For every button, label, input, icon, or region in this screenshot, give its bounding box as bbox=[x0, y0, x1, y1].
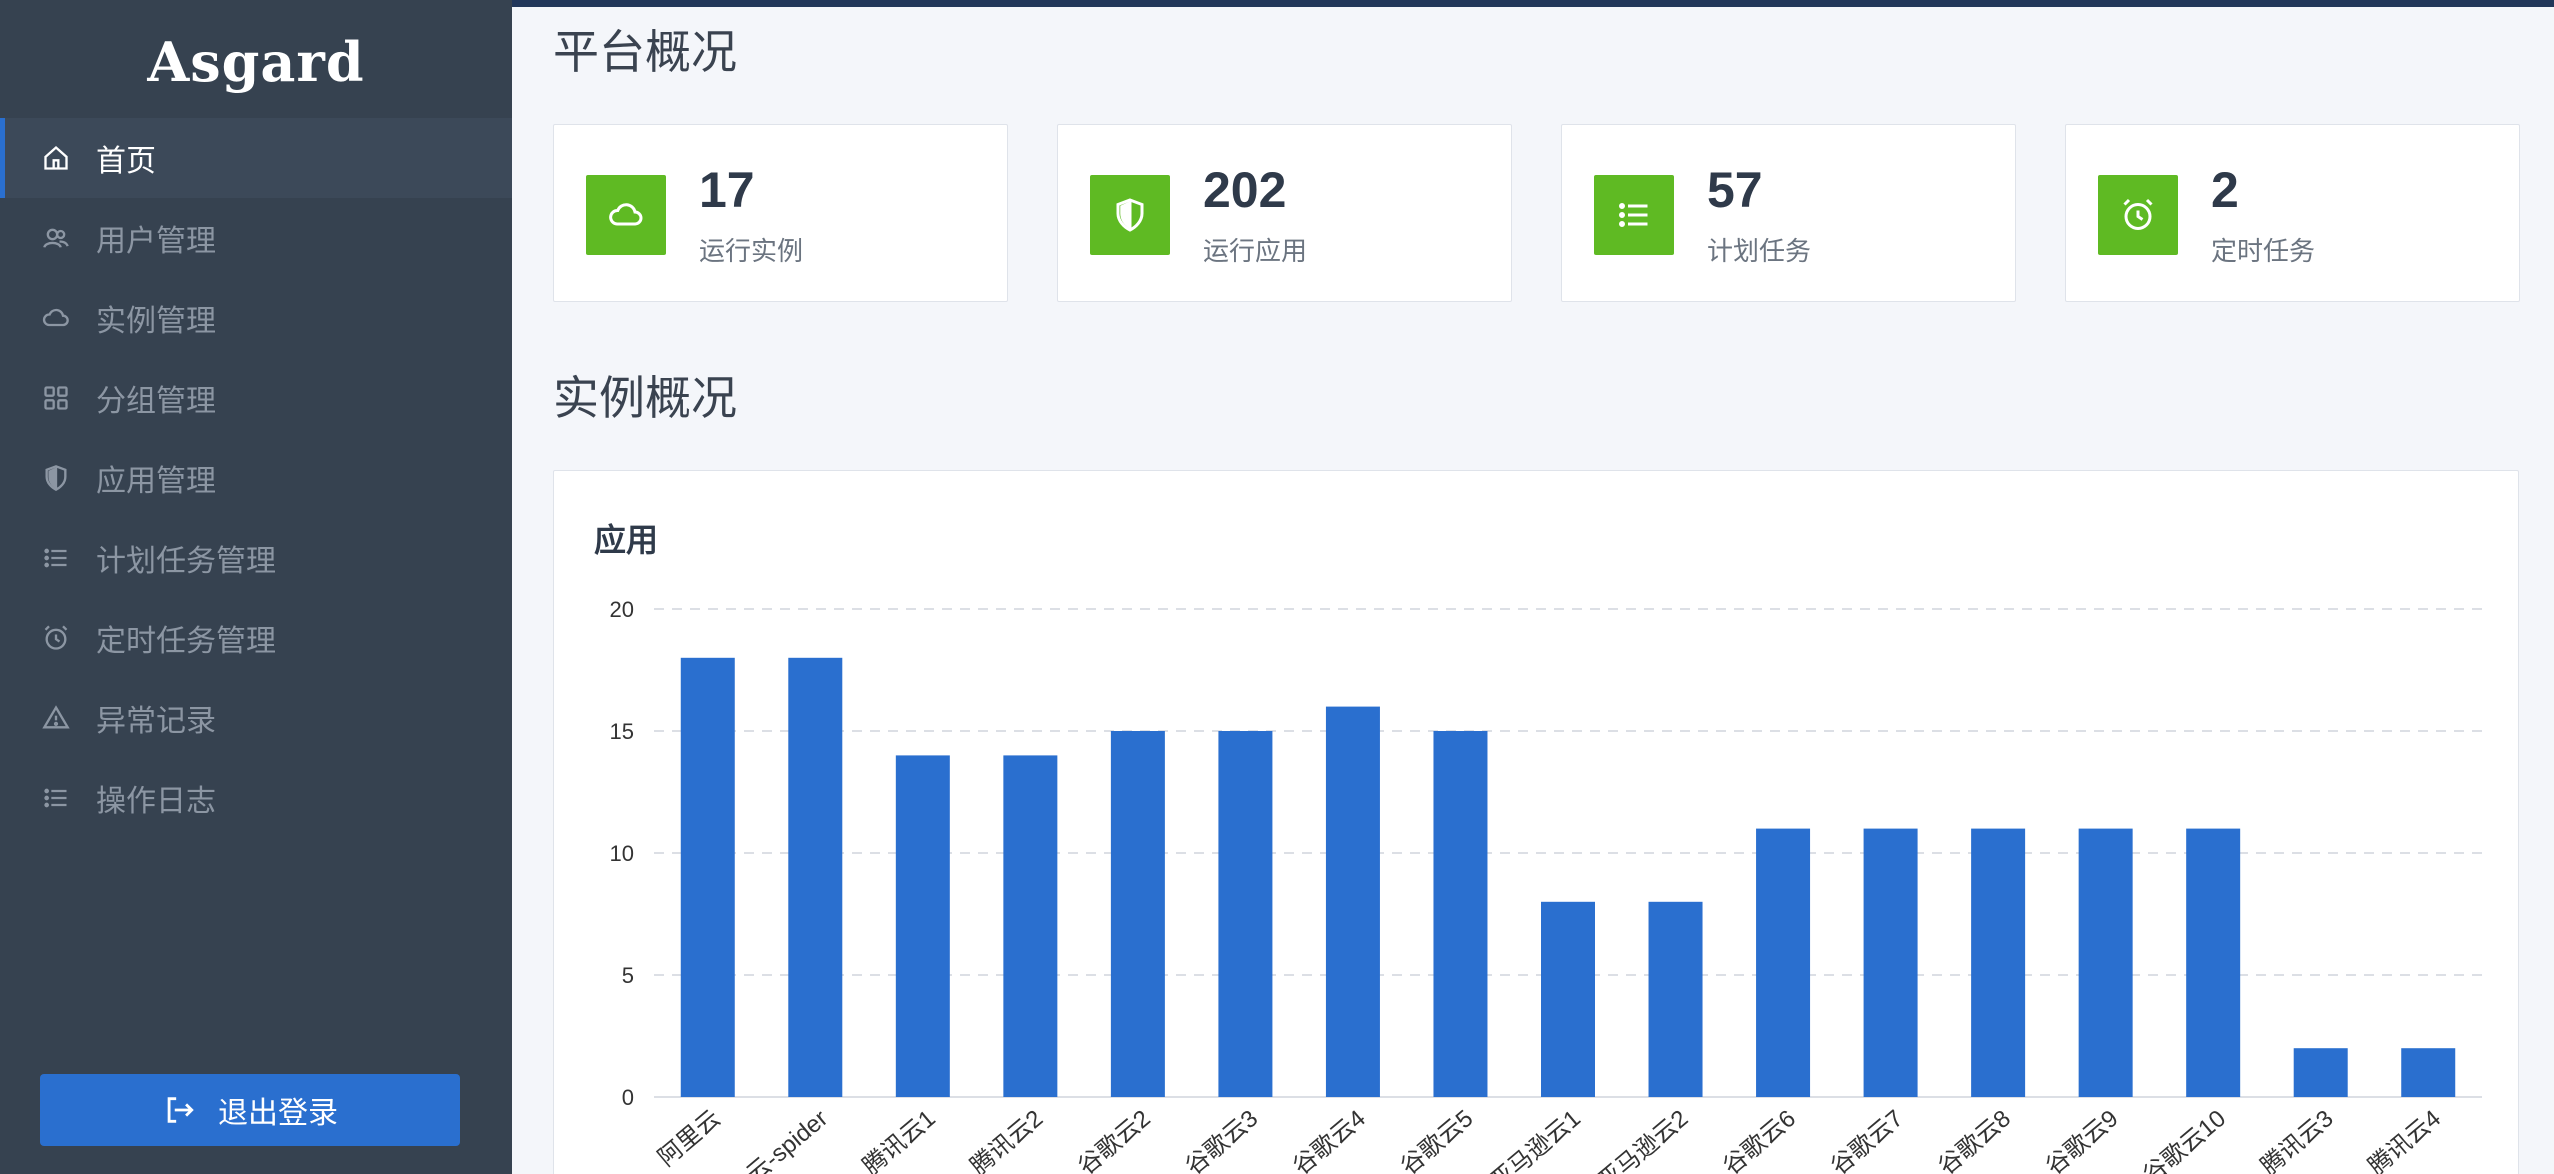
y-tick-label: 10 bbox=[610, 841, 634, 866]
sidebar-item-label: 实例管理 bbox=[96, 305, 216, 338]
sidebar-item-label: 首页 bbox=[96, 145, 156, 178]
sidebar-item-exceptions[interactable]: 异常记录 bbox=[0, 678, 512, 758]
x-tick-label: 腾讯云4 bbox=[2363, 1105, 2446, 1174]
x-tick-label: 谷歌云3 bbox=[1181, 1105, 1264, 1174]
bar[interactable] bbox=[1003, 755, 1058, 1097]
y-tick-label: 0 bbox=[622, 1085, 634, 1110]
stat-label: 计划任务 bbox=[1707, 236, 1812, 266]
bar[interactable] bbox=[1218, 731, 1273, 1097]
x-tick-label: 腾讯云3 bbox=[2256, 1105, 2339, 1174]
bar[interactable] bbox=[1110, 731, 1165, 1097]
sidebar-menu: 首页 用户管理 实例管理 分组管理 应用管理 计划任务管理 定时任务管理 异常记… bbox=[0, 118, 512, 838]
x-tick-label: 亚马逊云2 bbox=[1592, 1105, 1693, 1174]
x-tick-label: 谷歌云4 bbox=[1288, 1105, 1371, 1174]
sidebar-item-label: 计划任务管理 bbox=[96, 545, 276, 578]
sidebar-item-groups[interactable]: 分组管理 bbox=[0, 358, 512, 438]
sidebar-item-timed-tasks[interactable]: 定时任务管理 bbox=[0, 598, 512, 678]
x-tick-label: 谷歌云2 bbox=[1073, 1105, 1156, 1174]
sidebar-item-label: 分组管理 bbox=[96, 385, 216, 418]
stat-card-scheduled-tasks: 57 计划任务 bbox=[1561, 124, 2016, 302]
sidebar-item-applications[interactable]: 应用管理 bbox=[0, 438, 512, 518]
bar[interactable] bbox=[788, 657, 843, 1097]
x-tick-label: 腾讯云2 bbox=[965, 1105, 1048, 1174]
shield-icon bbox=[1090, 175, 1170, 255]
home-icon bbox=[40, 142, 72, 174]
bar[interactable] bbox=[1971, 828, 2026, 1097]
stat-label: 定时任务 bbox=[2211, 236, 2316, 266]
cloud-icon bbox=[40, 302, 72, 334]
stat-value: 17 bbox=[699, 162, 755, 218]
x-tick-label: 谷歌云5 bbox=[1396, 1105, 1479, 1174]
stat-card-applications: 202 运行应用 bbox=[1057, 124, 1512, 302]
sidebar-item-home[interactable]: 首页 bbox=[0, 118, 512, 198]
x-tick-label: 谷歌云6 bbox=[1718, 1105, 1801, 1174]
bar[interactable] bbox=[895, 755, 950, 1097]
bar[interactable] bbox=[1541, 901, 1595, 1097]
x-tick-label: 腾讯云1 bbox=[858, 1105, 941, 1174]
x-tick-label: 亚马逊云1 bbox=[1485, 1105, 1586, 1174]
sidebar-item-scheduled-tasks[interactable]: 计划任务管理 bbox=[0, 518, 512, 598]
cloud-icon bbox=[586, 175, 666, 255]
app-logo: Asgard bbox=[147, 30, 365, 94]
sidebar: Asgard 首页 用户管理 实例管理 分组管理 应用管理 计划任务管理 定时任… bbox=[0, 0, 512, 1174]
x-tick-label: 谷歌云10 bbox=[2138, 1105, 2231, 1174]
shield-icon bbox=[40, 462, 72, 494]
stat-card-timed-tasks: 2 定时任务 bbox=[2065, 124, 2520, 302]
bar[interactable] bbox=[2293, 1048, 2348, 1097]
sidebar-item-users[interactable]: 用户管理 bbox=[0, 198, 512, 278]
users-icon bbox=[40, 222, 72, 254]
sidebar-item-label: 定时任务管理 bbox=[96, 625, 276, 658]
sidebar-item-label: 操作日志 bbox=[96, 785, 216, 818]
stat-value: 2 bbox=[2211, 162, 2239, 218]
x-tick-label: 谷歌云7 bbox=[1826, 1105, 1909, 1174]
alarm-clock-icon bbox=[40, 622, 72, 654]
x-tick-label: 谷歌云9 bbox=[2041, 1105, 2124, 1174]
sidebar-item-operation-log[interactable]: 操作日志 bbox=[0, 758, 512, 838]
alarm-clock-icon bbox=[2098, 175, 2178, 255]
bar[interactable] bbox=[680, 657, 735, 1097]
x-tick-label: 谷歌云8 bbox=[1933, 1105, 2016, 1174]
stat-value: 57 bbox=[1707, 162, 1763, 218]
bar[interactable] bbox=[1433, 731, 1488, 1097]
bar[interactable] bbox=[2078, 828, 2133, 1097]
list-icon bbox=[1594, 175, 1674, 255]
bar[interactable] bbox=[2186, 828, 2241, 1097]
x-tick-label: 云-spider bbox=[741, 1105, 833, 1174]
instances-title: 实例概况 bbox=[553, 372, 737, 424]
sidebar-item-label: 应用管理 bbox=[96, 465, 216, 498]
applications-chart-card: 应用 0 5 10 15 20 阿里云 云-spider 腾讯云1 腾讯云2 谷歌云2 谷歌云3 谷歌… bbox=[553, 470, 2519, 1174]
bar[interactable] bbox=[1648, 901, 1703, 1097]
bar[interactable] bbox=[1325, 706, 1380, 1097]
warning-icon bbox=[40, 702, 72, 734]
bar[interactable] bbox=[1756, 828, 1811, 1097]
bar[interactable] bbox=[1863, 828, 1918, 1097]
logout-label: 退出登录 bbox=[218, 1097, 338, 1130]
applications-bar-chart: 0 5 10 15 20 阿里云 云-spider 腾讯云1 腾讯云2 谷歌云2 谷歌云3 谷歌云4 谷… bbox=[610, 597, 2482, 1174]
grid-icon bbox=[40, 382, 72, 414]
list-icon bbox=[40, 542, 72, 574]
stat-card-instances: 17 运行实例 bbox=[553, 124, 1008, 302]
sidebar-item-label: 用户管理 bbox=[96, 225, 216, 258]
logout-icon bbox=[162, 1093, 218, 1127]
y-tick-label: 15 bbox=[610, 719, 634, 744]
overview-title: 平台概况 bbox=[553, 26, 737, 78]
list-icon bbox=[40, 782, 72, 814]
stat-value: 202 bbox=[1203, 162, 1287, 218]
bar[interactable] bbox=[2401, 1048, 2456, 1097]
stat-label: 运行应用 bbox=[1203, 236, 1308, 266]
x-tick-label: 阿里云 bbox=[653, 1105, 726, 1172]
logout-button[interactable]: 退出登录 bbox=[40, 1074, 460, 1146]
y-tick-label: 20 bbox=[610, 597, 634, 622]
sidebar-item-instances[interactable]: 实例管理 bbox=[0, 278, 512, 358]
stat-label: 运行实例 bbox=[699, 236, 804, 266]
y-tick-label: 5 bbox=[622, 963, 634, 988]
sidebar-item-label: 异常记录 bbox=[96, 705, 216, 738]
